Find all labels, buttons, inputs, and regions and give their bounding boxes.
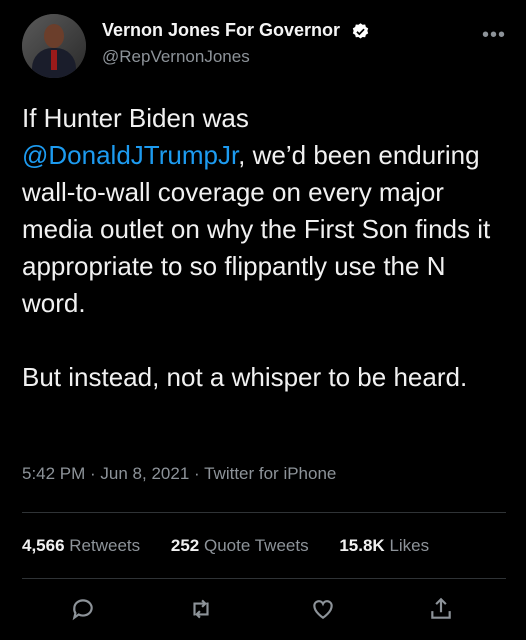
reply-button[interactable] bbox=[70, 596, 100, 626]
avatar[interactable] bbox=[22, 14, 86, 78]
quotes-label: Quote Tweets bbox=[204, 536, 309, 555]
tweet-paragraph-2: But instead, not a whisper to be heard. bbox=[22, 362, 468, 392]
tweet-after-mention: , we’d been bbox=[238, 140, 372, 170]
tweet-paragraph-1: If Hunter Biden was @DonaldJTrumpJr, we’… bbox=[22, 100, 510, 322]
tweet-text: If Hunter Biden was @DonaldJTrumpJr, we’… bbox=[22, 100, 510, 396]
tweet-line1: If Hunter Biden was bbox=[22, 103, 249, 133]
retweets-label: Retweets bbox=[69, 536, 141, 555]
share-icon bbox=[431, 597, 451, 619]
reply-icon bbox=[72, 599, 93, 621]
separator: · bbox=[189, 464, 205, 483]
retweet-button[interactable] bbox=[188, 596, 218, 626]
quotes-count: 252 bbox=[170, 536, 200, 555]
author-handle[interactable]: @RepVernonJones bbox=[102, 47, 370, 67]
more-options-icon[interactable]: ••• bbox=[482, 24, 506, 47]
tweet-client[interactable]: Twitter for iPhone bbox=[204, 464, 336, 483]
likes-count: 15.8K bbox=[339, 536, 385, 555]
divider bbox=[22, 578, 506, 579]
divider bbox=[22, 512, 506, 513]
retweets-count: 4,566 bbox=[22, 536, 65, 555]
action-bar bbox=[0, 596, 526, 628]
mention-link[interactable]: @DonaldJTrumpJr bbox=[22, 140, 238, 170]
retweets-stat[interactable]: 4,566 Retweets bbox=[22, 536, 140, 556]
like-icon bbox=[313, 600, 333, 619]
quotes-stat[interactable]: 252 Quote Tweets bbox=[171, 536, 309, 556]
likes-label: Likes bbox=[389, 536, 430, 555]
retweet-icon bbox=[193, 599, 209, 619]
tweet-meta: 5:42 PM · Jun 8, 2021 · Twitter for iPho… bbox=[22, 464, 336, 484]
author-info[interactable]: Vernon Jones For Governor @RepVernonJone… bbox=[102, 20, 370, 67]
tweet-header: Vernon Jones For Governor @RepVernonJone… bbox=[22, 14, 506, 84]
like-button[interactable] bbox=[310, 596, 340, 626]
likes-stat[interactable]: 15.8K Likes bbox=[339, 536, 429, 556]
tweet-time[interactable]: 5:42 PM bbox=[22, 464, 85, 483]
share-button[interactable] bbox=[428, 596, 458, 626]
tweet-date[interactable]: Jun 8, 2021 bbox=[100, 464, 189, 483]
verified-badge-icon bbox=[352, 23, 368, 39]
separator: · bbox=[85, 464, 101, 483]
author-name[interactable]: Vernon Jones For Governor bbox=[102, 20, 340, 40]
tweet-stats: 4,566 Retweets 252 Quote Tweets 15.8K Li… bbox=[22, 536, 429, 556]
